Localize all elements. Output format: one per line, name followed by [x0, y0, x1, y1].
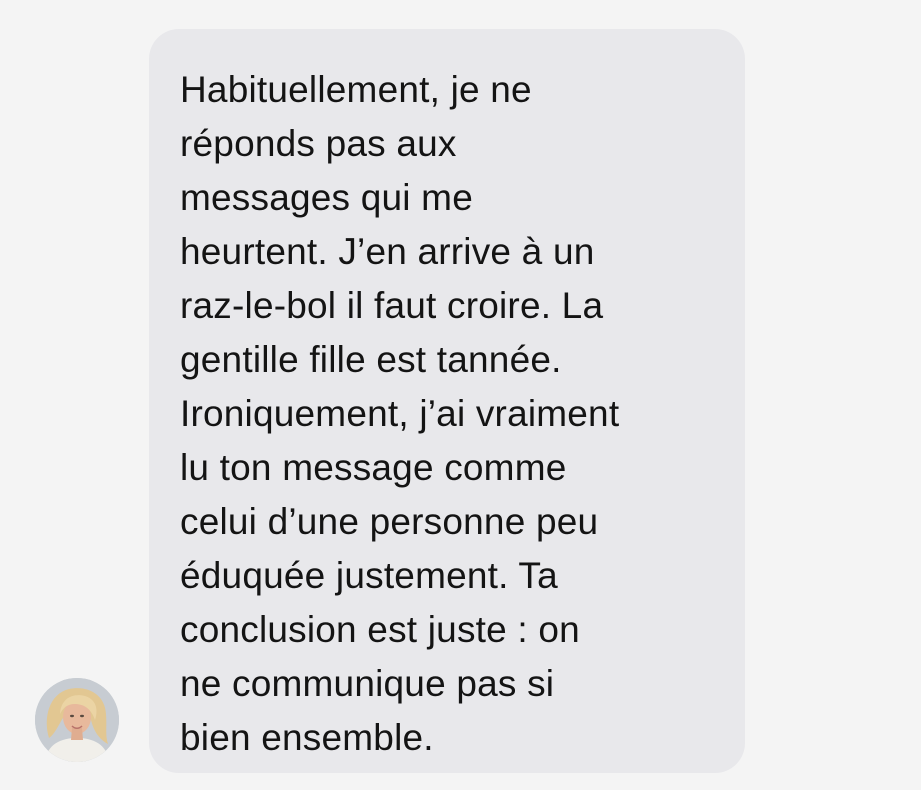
- sender-avatar[interactable]: [35, 678, 119, 762]
- message-line: lu ton message comme: [180, 447, 567, 488]
- message-bubble[interactable]: Habituellement, je ne réponds pas aux me…: [149, 29, 745, 773]
- avatar-photo-icon: [35, 678, 119, 762]
- message-line: ne communique pas si: [180, 663, 555, 704]
- message-line: raz-le-bol il faut croire. La: [180, 285, 604, 326]
- message-line: celui d’une personne peu: [180, 501, 599, 542]
- message-line: conclusion est juste : on: [180, 609, 580, 650]
- message-line: messages qui me: [180, 177, 473, 218]
- message-line: heurtent. J’en arrive à un: [180, 231, 595, 272]
- message-line: gentille fille est tannée.: [180, 339, 562, 380]
- message-line: bien ensemble.: [180, 717, 434, 758]
- message-line: Ironiquement, j’ai vraiment: [180, 393, 620, 434]
- message-line: réponds pas aux: [180, 123, 457, 164]
- message-line: éduquée justement. Ta: [180, 555, 558, 596]
- message-line: Habituellement, je ne: [180, 69, 532, 110]
